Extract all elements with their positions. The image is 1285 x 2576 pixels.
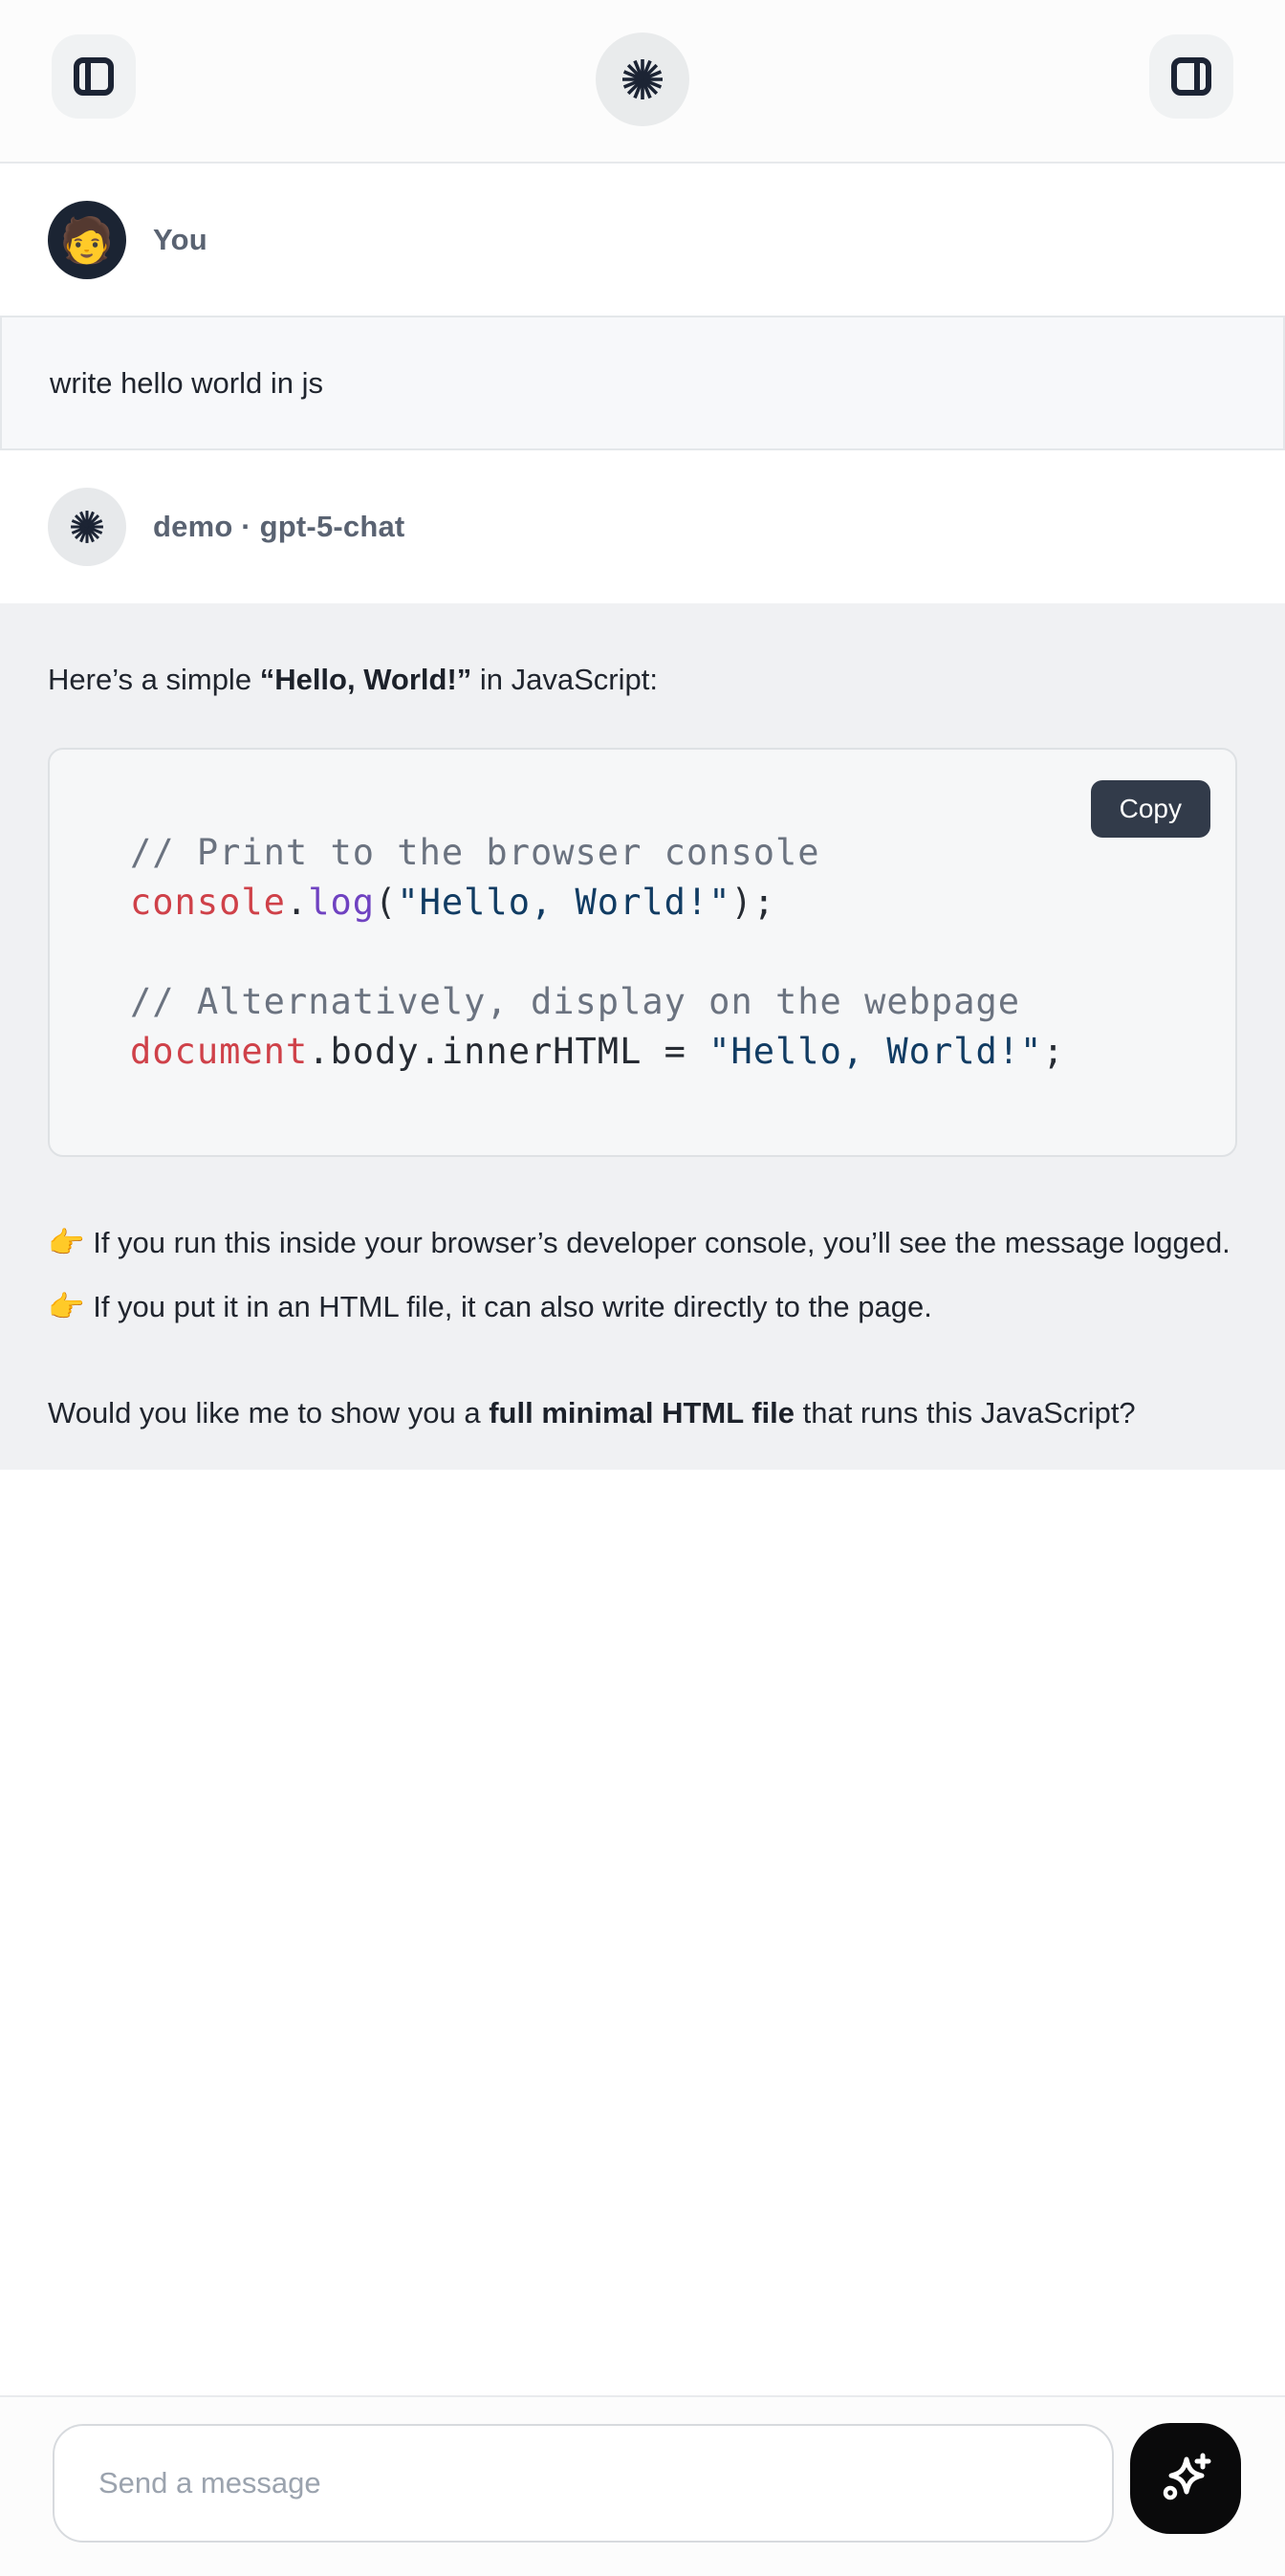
sidebar-toggle-button[interactable] (52, 34, 136, 119)
assistant-closing: Would you like me to show you a full min… (48, 1381, 1237, 1445)
intro-suffix: in JavaScript: (471, 663, 658, 696)
closing-suffix: that runs this JavaScript? (795, 1396, 1136, 1430)
user-avatar: 🧑 (48, 201, 126, 279)
model-logo-button[interactable] (596, 33, 689, 126)
send-button[interactable] (1130, 2423, 1241, 2534)
person-emoji: 🧑 (59, 218, 114, 262)
user-sender-name: You (153, 223, 207, 257)
user-message: write hello world in js (0, 316, 1285, 450)
closing-prefix: Would you like me to show you a (48, 1396, 489, 1430)
assistant-sender-name: demo · gpt-5-chat (153, 510, 404, 544)
assistant-message: Here’s a simple “Hello, World!” in JavaS… (0, 603, 1285, 1470)
closing-bold: full minimal HTML file (489, 1396, 795, 1430)
starburst-icon (66, 506, 108, 548)
assistant-avatar (48, 488, 126, 566)
copy-code-button[interactable]: Copy (1091, 780, 1210, 838)
right-panel-toggle-button[interactable] (1149, 34, 1233, 119)
starburst-icon (618, 55, 667, 104)
assistant-sender-row: demo · gpt-5-chat (0, 450, 1285, 603)
message-input[interactable] (53, 2424, 1114, 2543)
panel-left-icon (72, 55, 116, 98)
intro-prefix: Here’s a simple (48, 663, 260, 696)
composer-bar (0, 2395, 1285, 2576)
top-bar (0, 0, 1285, 164)
sparkle-icon (1154, 2446, 1217, 2512)
intro-bold: “Hello, World!” (260, 663, 472, 696)
user-sender-row: 🧑 You (0, 164, 1285, 316)
tip-line: 👉 If you put it in an HTML file, it can … (48, 1275, 1237, 1339)
user-message-text: write hello world in js (50, 366, 323, 401)
code-block: Copy // Print to the browser consolecons… (48, 748, 1237, 1157)
assistant-intro: Here’s a simple “Hello, World!” in JavaS… (48, 647, 1237, 711)
tip-line: 👉 If you run this inside your browser’s … (48, 1211, 1237, 1275)
tips: 👉 If you run this inside your browser’s … (48, 1211, 1237, 1339)
code-content: // Print to the browser consoleconsole.l… (130, 828, 1197, 1077)
panel-right-icon (1169, 55, 1213, 98)
